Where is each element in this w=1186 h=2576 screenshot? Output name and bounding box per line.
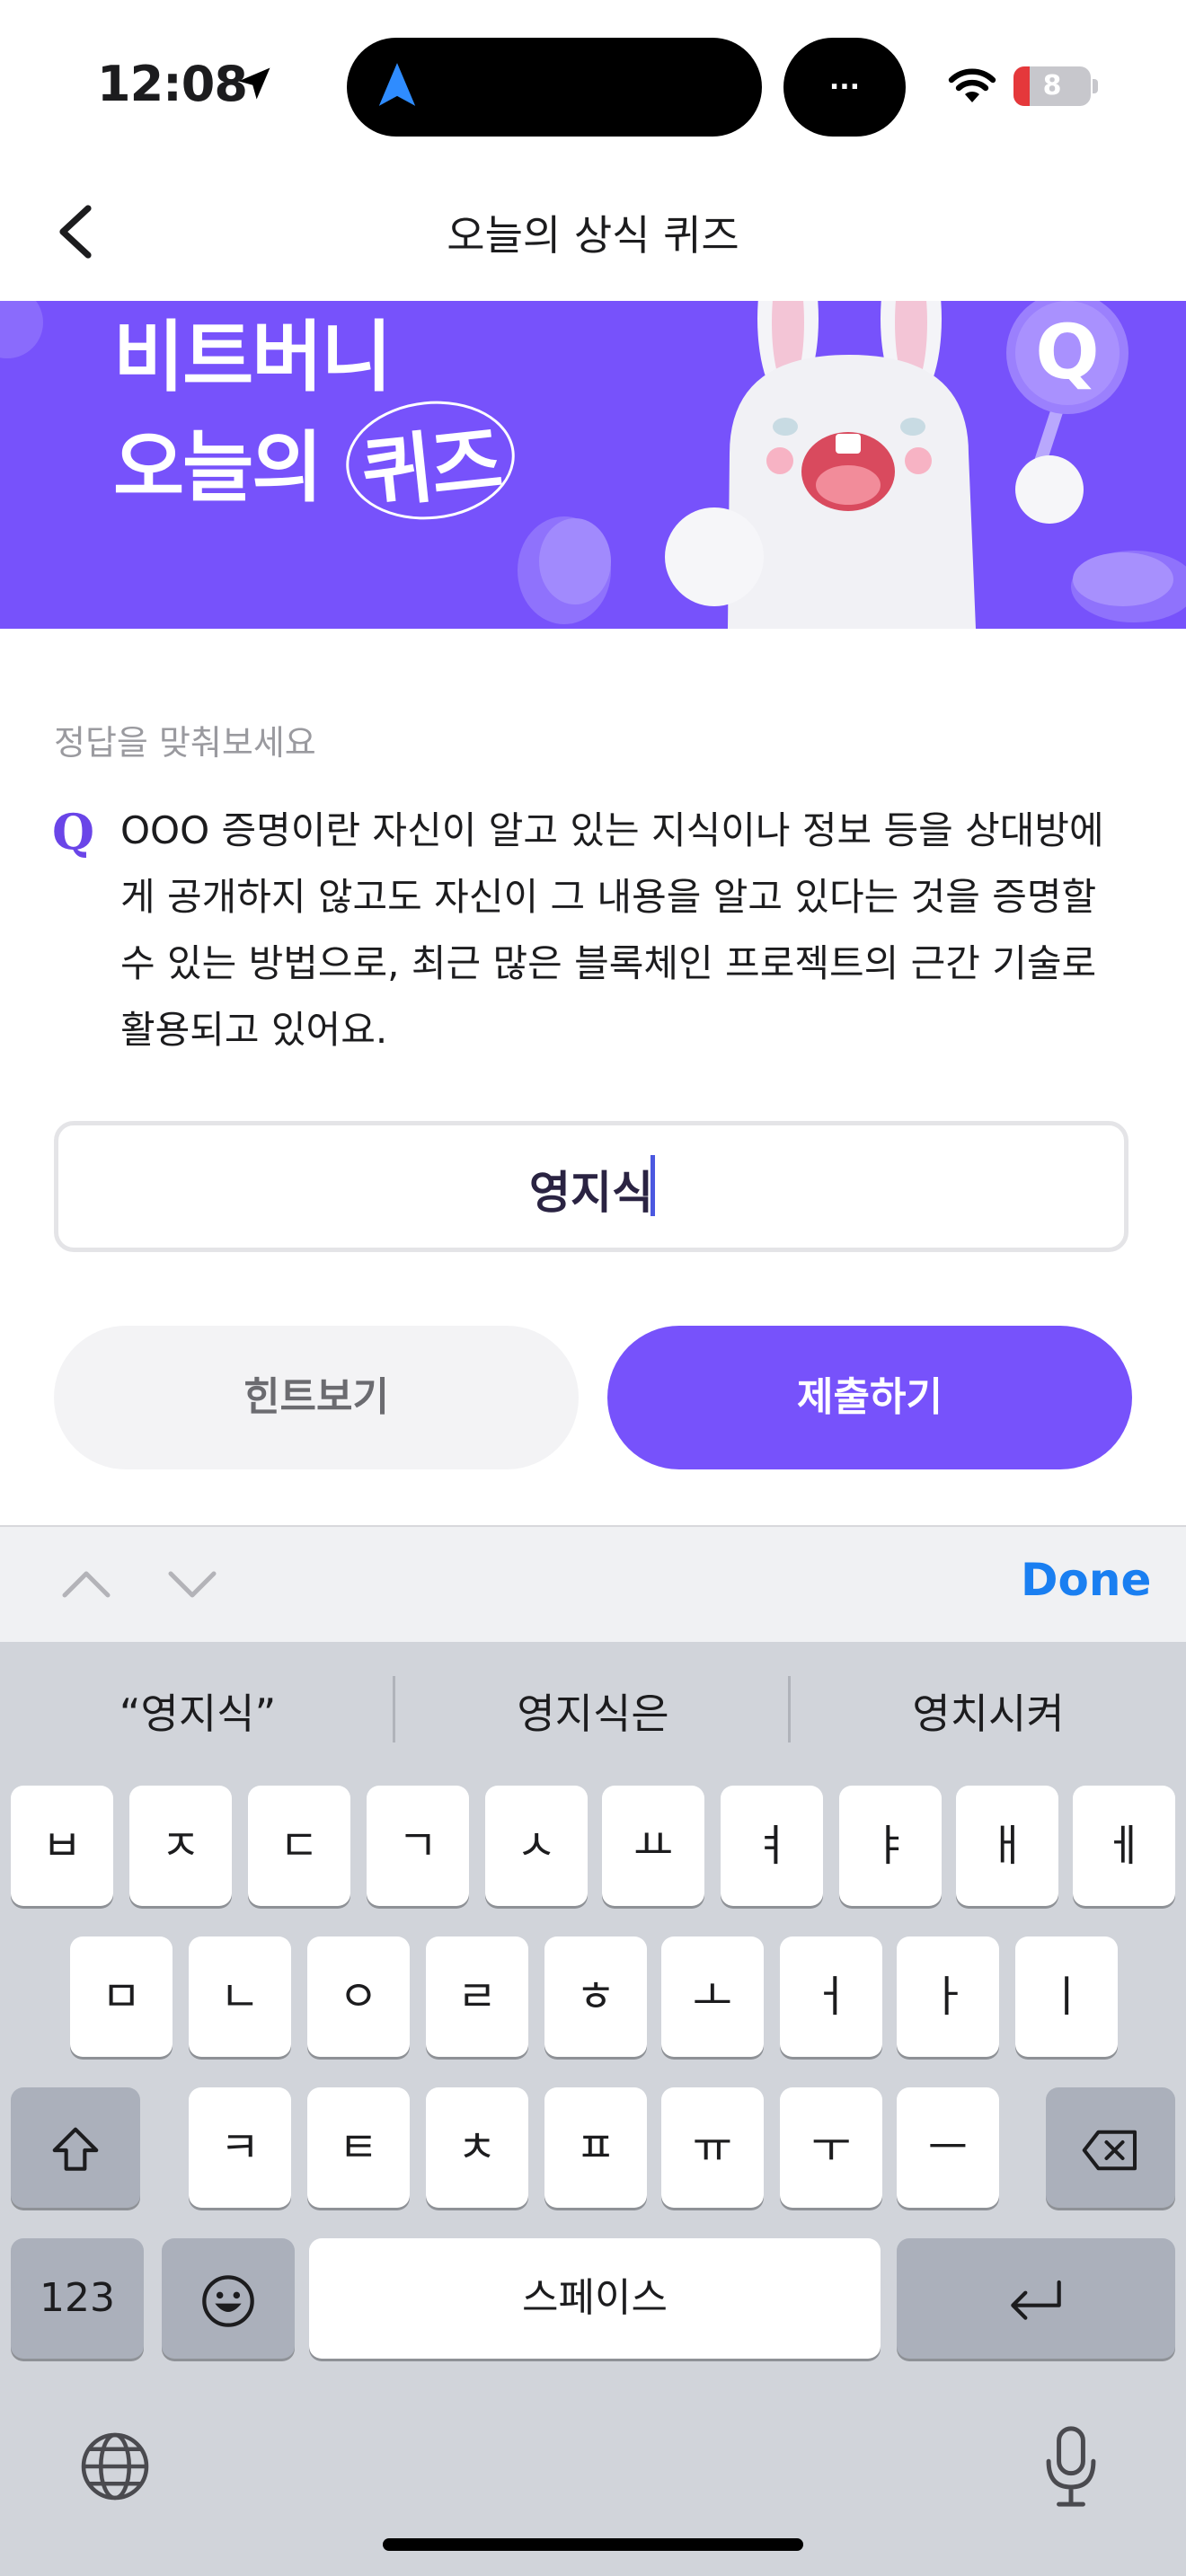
key[interactable]: ㅁ [70,1936,173,2057]
key[interactable]: ㄱ [367,1786,469,1906]
answer-input-value[interactable]: 영지식 [54,1157,1128,1222]
location-arrow-icon [238,67,270,100]
text-caret [651,1155,655,1216]
backspace-icon [1082,2130,1137,2171]
wifi-icon [948,68,996,102]
suggestion-3[interactable]: 영치시켜 [791,1681,1186,1741]
banner-title-line1: 비트버니 [113,313,392,402]
done-button[interactable]: Done [1021,1554,1151,1606]
key[interactable]: ㅅ [485,1786,588,1906]
hint-button[interactable]: 힌트보기 [54,1326,579,1469]
key[interactable]: ㅂ [11,1786,113,1906]
key[interactable]: ㄷ [248,1786,350,1906]
navigation-icon [378,63,416,106]
space-key[interactable]: 스페이스 [309,2238,881,2359]
key[interactable]: ㄹ [426,1936,528,2057]
key[interactable]: ㅐ [956,1786,1058,1906]
return-icon [1011,2280,1061,2320]
chevron-down-icon[interactable] [165,1561,219,1606]
banner-title-line2: 오늘의 퀴즈 [113,393,521,528]
key[interactable]: ㅛ [602,1786,704,1906]
suggestion-1[interactable]: “영지식” [0,1681,395,1741]
q-badge-letter: Q [1035,308,1099,396]
key[interactable]: ㅇ [307,1936,410,2057]
battery-tip [1093,79,1098,93]
key[interactable]: ㅔ [1073,1786,1175,1906]
shift-icon [52,2127,99,2171]
emoji-icon [202,2275,254,2327]
home-indicator[interactable] [383,2538,803,2551]
island-more[interactable]: ... [783,38,906,137]
key[interactable]: ㅎ [544,1936,647,2057]
delete-key[interactable] [1046,2087,1175,2208]
status-time: 12:08 [97,56,248,112]
submit-button[interactable]: 제출하기 [607,1326,1132,1469]
emoji-key[interactable] [162,2238,295,2359]
question-text: OOO 증명이란 자신이 알고 있는 지식이나 정보 등을 상대방에게 공개하지… [120,808,1104,1052]
suggestion-2[interactable]: 영지식은 [395,1681,791,1741]
key[interactable]: ㅓ [780,1936,882,2057]
battery-icon: 8 [1013,66,1091,106]
microphone-icon[interactable] [1042,2425,1100,2508]
page-title: 오늘의 상식 퀴즈 [447,211,739,260]
globe-icon[interactable] [77,2429,153,2504]
key[interactable]: ㅗ [661,1936,764,2057]
key[interactable]: ㅊ [426,2087,528,2208]
banner-title-highlight: 퀴즈 [340,393,521,528]
key[interactable]: ㅠ [661,2087,764,2208]
key[interactable]: ㅑ [839,1786,942,1906]
key[interactable]: ㄴ [189,1936,291,2057]
back-chevron-icon[interactable] [52,203,102,260]
shift-key[interactable] [11,2087,140,2208]
quiz-instruction: 정답을 맞춰보세요 [54,723,316,763]
key[interactable]: ㅋ [189,2087,291,2208]
quiz-banner: Q 비트버니 오늘의 퀴즈 [0,301,1186,629]
key[interactable]: ㅕ [721,1786,823,1906]
numbers-key[interactable]: 123 [11,2238,144,2359]
key[interactable]: ㅌ [307,2087,410,2208]
question-mark-q: Q [52,803,95,860]
chevron-up-icon[interactable] [59,1561,113,1606]
battery-level: 8 [1042,70,1062,101]
key[interactable]: ㅣ [1015,1936,1118,2057]
return-key[interactable] [897,2238,1175,2359]
key[interactable]: ㅍ [544,2087,647,2208]
key[interactable]: ㅈ [129,1786,232,1906]
key[interactable]: ㅡ [897,2087,999,2208]
key[interactable]: ㅜ [780,2087,882,2208]
key[interactable]: ㅏ [897,1936,999,2057]
banner-title-prefix: 오늘의 [113,423,347,513]
